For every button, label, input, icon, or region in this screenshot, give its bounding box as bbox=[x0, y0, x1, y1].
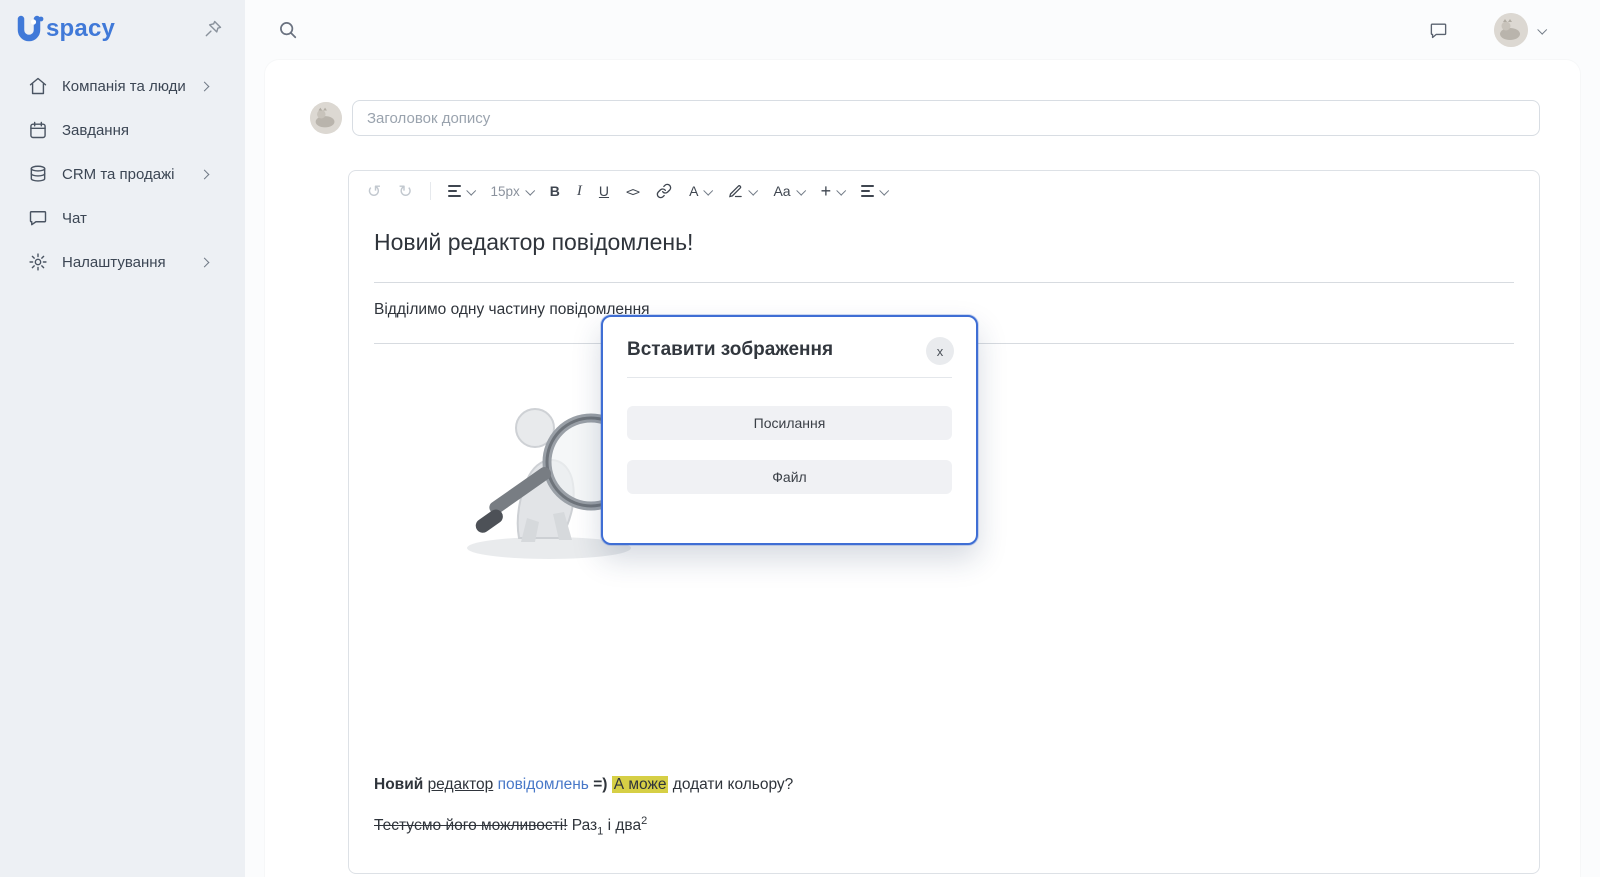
sidebar: spacy Компанія та люди Завдання bbox=[0, 0, 245, 877]
sidebar-item-label: Налаштування bbox=[62, 254, 166, 271]
modal-title: Вставити зображення bbox=[627, 339, 952, 361]
text-plain: додати кольору? bbox=[673, 776, 794, 793]
italic-button[interactable]: I bbox=[577, 183, 582, 200]
insert-file-button[interactable]: Файл bbox=[627, 460, 952, 494]
text-format-dropdown[interactable]: Aa bbox=[773, 183, 803, 199]
chevron-right-icon bbox=[200, 81, 210, 91]
chat-icon bbox=[28, 208, 48, 228]
sidebar-item-tasks[interactable]: Завдання bbox=[0, 108, 245, 152]
sidebar-item-label: Завдання bbox=[62, 122, 129, 139]
underline-button[interactable]: U bbox=[599, 183, 609, 199]
user-avatar[interactable] bbox=[1494, 13, 1528, 47]
font-size-dropdown[interactable]: 15px bbox=[491, 184, 533, 199]
comments-icon[interactable] bbox=[1429, 21, 1448, 40]
text-plain: і два bbox=[608, 817, 641, 834]
post-title-input[interactable] bbox=[352, 100, 1540, 136]
redo-button[interactable]: ↻ bbox=[398, 183, 412, 200]
chevron-down-icon bbox=[704, 185, 714, 195]
align-dropdown[interactable] bbox=[861, 185, 887, 196]
pin-sidebar-icon[interactable] bbox=[203, 19, 223, 39]
post-title-row bbox=[310, 100, 1540, 136]
text-subscript: 1 bbox=[597, 825, 603, 837]
sidebar-item-chat[interactable]: Чат bbox=[0, 196, 245, 240]
modal-close-button[interactable]: x bbox=[926, 337, 954, 365]
crm-icon bbox=[28, 164, 48, 184]
highlight-icon bbox=[728, 184, 743, 199]
sidebar-item-crm[interactable]: CRM та продажі bbox=[0, 152, 245, 196]
editor-toolbar: ↺ ↻ 15px B I U <> bbox=[349, 171, 1539, 211]
highlight-color-dropdown[interactable] bbox=[728, 184, 756, 199]
text-link: повідомлень bbox=[498, 776, 589, 793]
insert-more-dropdown[interactable]: + bbox=[821, 181, 845, 202]
calendar-icon bbox=[28, 120, 48, 140]
paragraph-format-icon bbox=[448, 185, 461, 196]
text-color-label: A bbox=[689, 183, 698, 199]
text-bold: Новий bbox=[374, 776, 423, 793]
gear-icon bbox=[28, 252, 48, 272]
rich-text-line-1: Новий редактор повідомлень =) А може дод… bbox=[374, 773, 1514, 797]
rich-text-line-2: Тестуємо його можливості! Раз1 і два2 bbox=[374, 809, 1514, 843]
editor-empty-space bbox=[374, 568, 1514, 773]
chevron-down-icon bbox=[466, 185, 476, 195]
link-icon bbox=[656, 183, 672, 199]
sidebar-item-company[interactable]: Компанія та люди bbox=[0, 64, 245, 108]
chevron-down-icon bbox=[836, 185, 846, 195]
chevron-down-icon bbox=[796, 185, 806, 195]
sidebar-item-label: Компанія та люди bbox=[62, 78, 186, 95]
text-plain: Раз bbox=[572, 817, 597, 834]
post-author-avatar bbox=[310, 102, 342, 134]
sidebar-menu: Компанія та люди Завдання CRM та продажі bbox=[0, 58, 245, 284]
modal-divider bbox=[627, 377, 952, 378]
text-plain: =) bbox=[593, 776, 607, 793]
undo-button[interactable]: ↺ bbox=[367, 183, 381, 200]
plus-icon: + bbox=[821, 181, 832, 202]
code-button[interactable]: <> bbox=[626, 184, 639, 199]
insert-link-button[interactable] bbox=[656, 183, 672, 199]
search-icon[interactable] bbox=[278, 20, 298, 40]
post-heading: Новий редактор повідомлень! bbox=[374, 219, 1514, 256]
text-superscript: 2 bbox=[641, 815, 647, 827]
bold-button[interactable]: B bbox=[550, 183, 560, 199]
align-icon bbox=[861, 185, 874, 196]
chevron-down-icon bbox=[525, 185, 535, 195]
insert-by-link-button[interactable]: Посилання bbox=[627, 406, 952, 440]
toolbar-divider bbox=[430, 182, 431, 200]
sidebar-item-settings[interactable]: Налаштування bbox=[0, 240, 245, 284]
sidebar-item-label: CRM та продажі bbox=[62, 166, 174, 183]
logo-text: spacy bbox=[46, 15, 115, 43]
chevron-down-icon[interactable] bbox=[1537, 24, 1547, 34]
format-label: Aa bbox=[773, 183, 790, 199]
insert-image-modal: Вставити зображення x Посилання Файл bbox=[601, 315, 978, 545]
text-color-dropdown[interactable]: A bbox=[689, 183, 711, 199]
horizontal-rule bbox=[374, 282, 1514, 283]
chevron-down-icon bbox=[749, 185, 759, 195]
chevron-right-icon bbox=[200, 257, 210, 267]
paragraph-format-dropdown[interactable] bbox=[448, 185, 474, 196]
modal-actions: Посилання Файл bbox=[627, 406, 952, 494]
text-highlighted: А може bbox=[612, 776, 669, 793]
text-underlined: редактор bbox=[428, 776, 494, 793]
chevron-right-icon bbox=[200, 169, 210, 179]
sidebar-item-label: Чат bbox=[62, 210, 87, 227]
uspacy-logo-icon bbox=[14, 14, 44, 44]
logo[interactable]: spacy bbox=[0, 0, 245, 58]
font-size-value: 15px bbox=[491, 184, 520, 199]
chevron-down-icon bbox=[879, 185, 889, 195]
home-icon bbox=[28, 76, 48, 96]
topbar bbox=[245, 0, 1600, 60]
text-strikethrough: Тестуємо його можливості! bbox=[374, 817, 567, 834]
